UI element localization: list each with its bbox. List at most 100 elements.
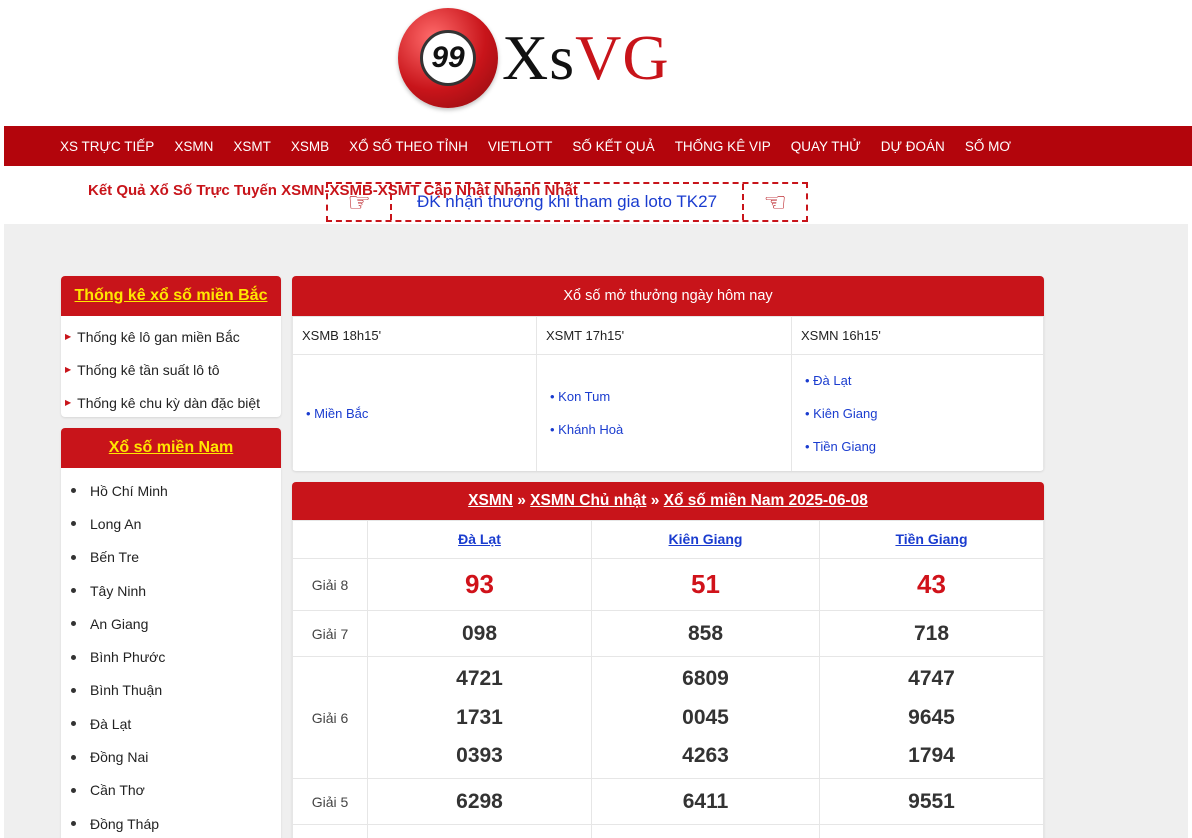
today-link[interactable]: • Đà Lạt [805, 364, 1043, 397]
province-link[interactable]: Kiên Giang [669, 531, 743, 547]
prize-number: 0045 [682, 705, 729, 729]
site-logo[interactable]: 99 XsVG [398, 8, 678, 108]
prize-number: 9551 [908, 789, 955, 813]
sidebar-north-header: Thống kê xổ số miền Bắc [61, 276, 281, 316]
result-table: Đà Lạt Kiên Giang Tiền Giang Giải 8 93 5… [292, 520, 1044, 838]
south-province-list: Hồ Chí Minh Long An Bến Tre Tây Ninh An … [61, 468, 281, 838]
today-col-header: XSMT 17h15' [536, 316, 792, 355]
today-link[interactable]: • Tiền Giang [805, 430, 1043, 463]
nav-item-xo-so-theo-tinh[interactable]: XỔ SỐ THEO TỈNH [349, 139, 468, 154]
marquee-strip: ☞ ĐK nhận thưởng khi tham gia loto TK27 … [4, 166, 1192, 224]
triangle-right-icon: ▶ [65, 365, 72, 374]
list-item[interactable]: Cần Thơ [61, 774, 281, 807]
breadcrumb-separator: » [646, 492, 664, 509]
today-col-links: • Miền Bắc [292, 354, 537, 471]
prize-number: 4721 [456, 667, 503, 690]
nav-item-xsmt[interactable]: XSMT [233, 139, 271, 154]
today-table: XSMB 18h15' XSMT 17h15' XSMN 16h15' • Mi… [292, 316, 1044, 471]
list-item[interactable]: Bến Tre [61, 541, 281, 574]
province-name: Tây Ninh [90, 582, 147, 599]
prize-cell: 098 [367, 610, 592, 657]
table-row: Giải 6 4721 1731 0393 6809 0045 4263 474… [292, 656, 1044, 779]
bullet-icon [71, 754, 76, 760]
list-item[interactable]: An Giang [61, 607, 281, 640]
list-item[interactable]: Tây Ninh [61, 574, 281, 607]
prize-label: Giải 8 [292, 558, 368, 611]
triangle-right-icon: ▶ [65, 332, 72, 341]
list-item[interactable]: Đồng Nai [61, 740, 281, 773]
bullet-icon [71, 654, 76, 660]
site-header: 99 XsVG [0, 0, 1192, 126]
prize-number: 718 [913, 621, 950, 645]
prize-cell [591, 824, 820, 838]
list-item[interactable]: Bình Thuận [61, 674, 281, 707]
prize-number: 51 [691, 569, 720, 599]
today-link[interactable]: • Kon Tum [550, 380, 791, 413]
list-item[interactable]: Long An [61, 507, 281, 540]
breadcrumb: XSMN » XSMN Chủ nhật » Xổ số miền Nam 20… [292, 482, 1044, 520]
stat-item[interactable]: ▶ Thống kê chu kỳ dàn đặc biệt [61, 386, 281, 417]
stat-item[interactable]: ▶ Thống kê tần suất lô tô [61, 353, 281, 386]
breadcrumb-xsmn-sunday[interactable]: XSMN Chủ nhật [530, 492, 646, 510]
list-item[interactable]: Bình Phước [61, 640, 281, 673]
prize-cell [819, 824, 1044, 838]
nav-item-xsmn[interactable]: XSMN [174, 139, 213, 154]
prize-cell: 6809 0045 4263 [591, 656, 820, 779]
today-col-links: • Đà Lạt • Kiên Giang • Tiền Giang [791, 354, 1044, 471]
table-row: Giải 8 93 51 43 [292, 558, 1044, 611]
breadcrumb-result-date[interactable]: Xổ số miền Nam 2025-06-08 [664, 492, 868, 510]
province-name: Bình Phước [90, 649, 166, 666]
nav-item-so-mo[interactable]: SỐ MƠ [965, 139, 1011, 154]
province-name: Bình Thuận [90, 682, 163, 699]
list-item[interactable]: Đồng Tháp [61, 807, 281, 838]
prize-cell: 6411 [591, 778, 820, 825]
prize-number: 098 [461, 621, 498, 645]
province-name: An Giang [90, 615, 149, 632]
nav-item-xs-truc-tiep[interactable]: XS TRỰC TIẾP [60, 139, 154, 154]
sidebar-north-box: Thống kê xổ số miền Bắc ▶ Thống kê lô gan… [61, 276, 281, 417]
nav-item-quay-thu[interactable]: QUAY THỬ [791, 139, 861, 154]
prize-cell: 4721 1731 0393 [367, 656, 592, 779]
bullet-icon [71, 821, 76, 827]
province-link[interactable]: Tiền Giang [895, 531, 967, 547]
result-box: XSMN » XSMN Chủ nhật » Xổ số miền Nam 20… [292, 482, 1044, 838]
logo-text: XsVG [502, 21, 670, 95]
province-header: Tiền Giang [819, 520, 1044, 559]
nav-item-du-doan[interactable]: DỰ ĐOÁN [881, 139, 945, 154]
nav-item-vietlott[interactable]: VIETLOTT [488, 139, 553, 154]
logo-badge: 99 [420, 30, 476, 86]
today-link[interactable]: • Miền Bắc [306, 397, 536, 430]
province-name: Đồng Nai [90, 749, 149, 766]
prize-label-cut-off [292, 824, 368, 838]
table-row: Giải 7 098 858 718 [292, 610, 1044, 657]
prize-label: Giải 5 [292, 778, 368, 825]
prize-number: 6298 [456, 789, 503, 813]
prize-cell: 51 [591, 558, 820, 611]
bullet-icon [71, 588, 76, 594]
prize-number: 858 [687, 621, 724, 645]
list-item[interactable]: Đà Lạt [61, 707, 281, 740]
table-row [292, 824, 1044, 838]
nav-item-so-ket-qua[interactable]: SỐ KẾT QUẢ [572, 139, 654, 154]
province-name: Đồng Tháp [90, 815, 160, 832]
bullet-icon [71, 554, 76, 560]
nav-item-thong-ke-vip[interactable]: THỐNG KÊ VIP [675, 139, 771, 154]
province-link[interactable]: Đà Lạt [458, 531, 501, 547]
sidebar-south-title[interactable]: Xổ số miền Nam [109, 439, 233, 457]
breadcrumb-xsmn[interactable]: XSMN [468, 492, 513, 510]
nav-item-xsmb[interactable]: XSMB [291, 139, 329, 154]
sidebar-north-title[interactable]: Thống kê xổ số miền Bắc [75, 287, 268, 305]
prize-label: Giải 6 [292, 656, 368, 779]
prize-number: 6809 [682, 667, 729, 690]
prize-number: 0393 [456, 744, 503, 767]
list-item[interactable]: Hồ Chí Minh [61, 474, 281, 507]
prize-number: 6411 [682, 789, 729, 813]
stat-item-label: Thống kê tần suất lô tô [77, 361, 220, 378]
prize-label: Giải 7 [292, 610, 368, 657]
today-link[interactable]: • Khánh Hoà [550, 413, 791, 446]
stat-item-label: Thống kê chu kỳ dàn đặc biệt [77, 394, 261, 411]
today-link[interactable]: • Kiên Giang [805, 397, 1043, 430]
table-row: Giải 5 6298 6411 9551 [292, 778, 1044, 825]
province-name: Cần Thơ [90, 782, 145, 799]
stat-item[interactable]: ▶ Thống kê lô gan miền Bắc [61, 320, 281, 353]
